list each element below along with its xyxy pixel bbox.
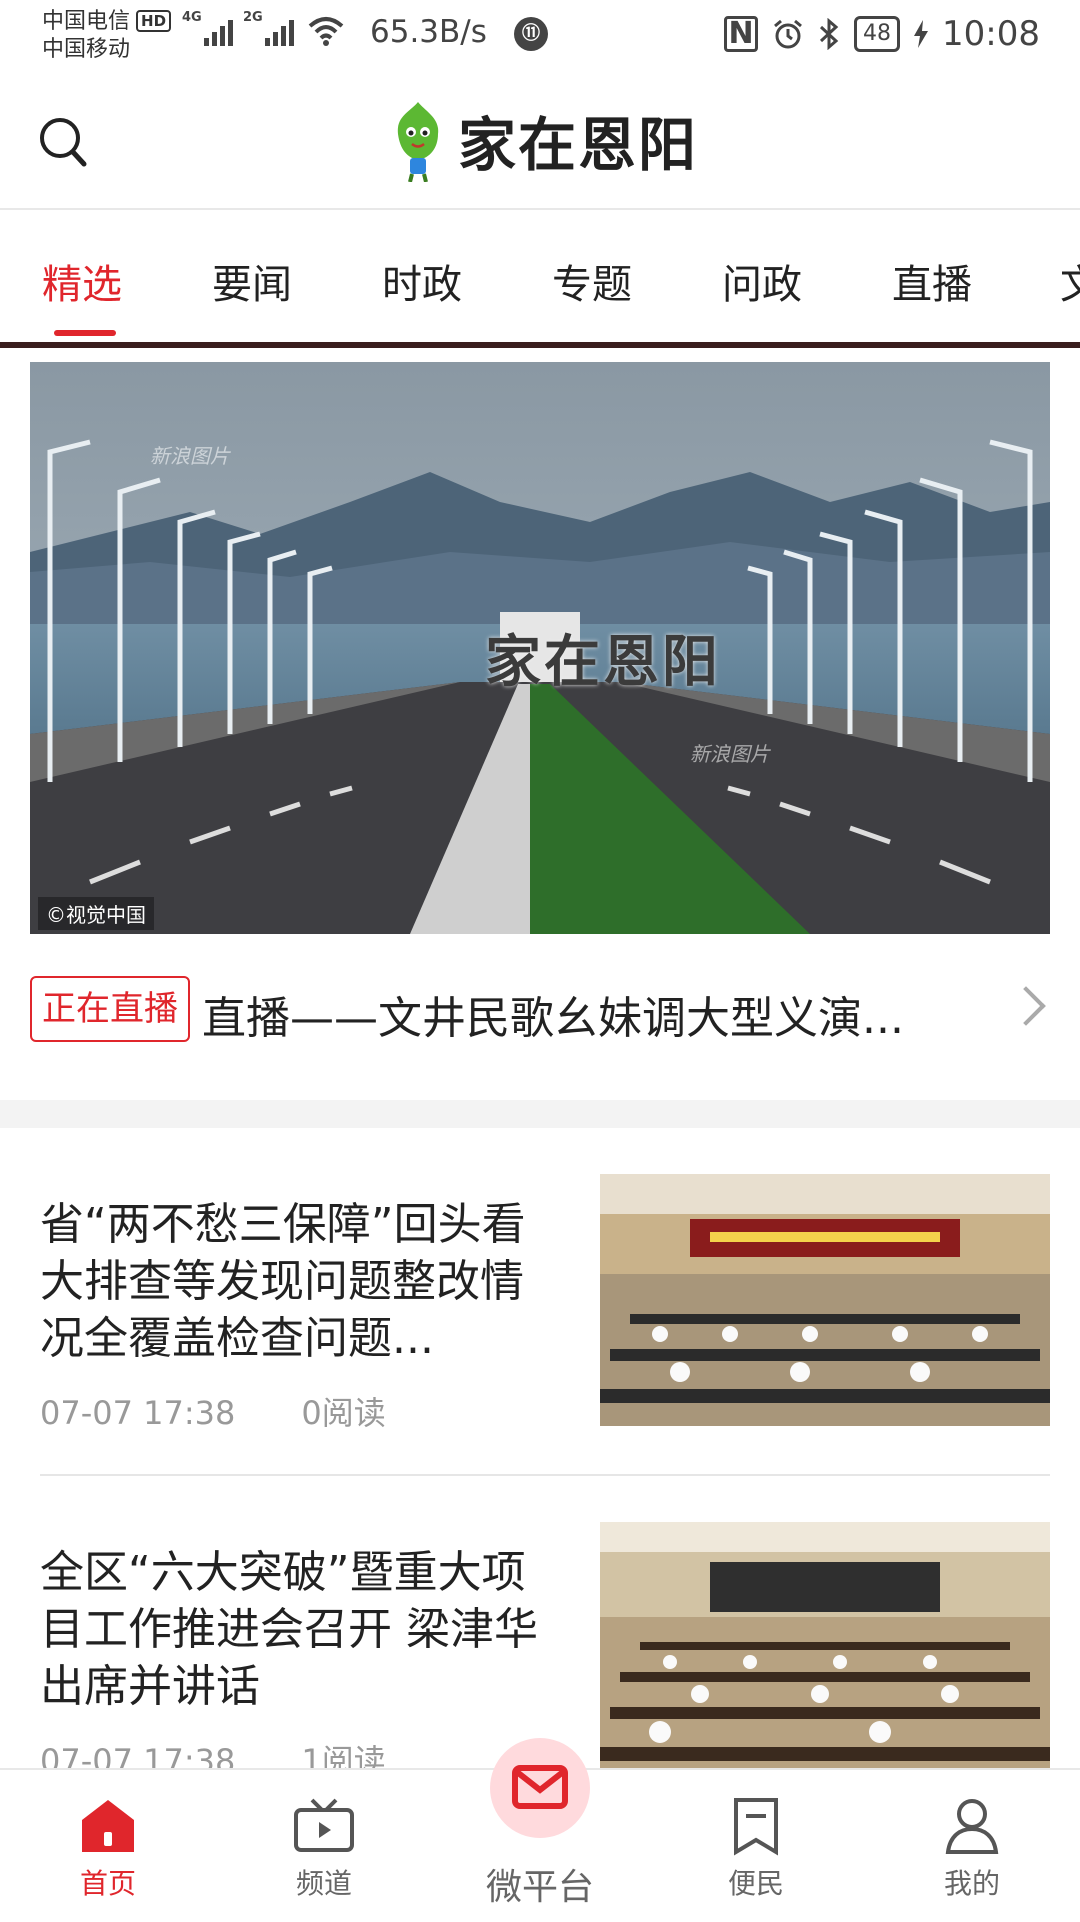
tv-icon	[294, 1798, 354, 1852]
nav-mine[interactable]: 我的	[902, 1796, 1042, 1902]
nav-service-label: 便民	[727, 1867, 784, 1900]
app-header: 家在恩阳	[0, 76, 1080, 210]
nav-channel-label: 频道	[295, 1867, 352, 1900]
watermark-2: 新浪图片	[690, 742, 770, 766]
hd-badge: HD	[136, 10, 172, 32]
home-icon	[82, 1800, 134, 1852]
news-thumbnail	[600, 1174, 1050, 1426]
notification-badge-icon: ⑪	[514, 17, 548, 51]
news-title: 全区“六大突破”暨重大项目工作推进会召开 梁津华出席并讲话	[40, 1547, 538, 1712]
network-speed: 65.3B/s	[370, 14, 487, 50]
live-stream-row[interactable]: 正在直播 直播——文井民歌幺妹调大型义演...	[30, 976, 1050, 1046]
news-date: 07-07 17:38	[40, 1394, 236, 1432]
carrier-1: 中国电信	[42, 9, 131, 34]
charging-icon	[914, 20, 929, 48]
app-title: 家在恩阳	[458, 111, 699, 179]
net-2g-label: 2G	[243, 10, 263, 25]
nav-mine-label: 我的	[943, 1867, 1000, 1900]
nav-home-label: 首页	[79, 1867, 136, 1900]
net-4g-label: 4G	[182, 10, 202, 25]
tab-culture[interactable]: 文	[1060, 252, 1080, 310]
banner-overlay-title: 家在恩阳	[485, 630, 721, 695]
nav-home[interactable]: 首页	[38, 1796, 178, 1902]
section-gap	[0, 1100, 1080, 1128]
featured-banner[interactable]: 新浪图片 新浪图片 家在恩阳 ©视觉中国	[30, 362, 1050, 934]
signal-4g-icon: 4G	[182, 10, 233, 46]
search-icon[interactable]	[38, 114, 88, 170]
tab-inquiry[interactable]: 问政	[722, 252, 802, 310]
banner-copyright: ©视觉中国	[38, 897, 154, 930]
news-meta: 07-07 17:38 0阅读	[40, 1388, 386, 1434]
live-title: 直播——文井民歌幺妹调大型义演...	[202, 993, 904, 1044]
tab-live[interactable]: 直播	[892, 252, 972, 310]
news-title: 省“两不愁三保障”回头看大排查等发现问题整改情况全覆盖检查问题...	[40, 1199, 526, 1364]
tab-headlines[interactable]: 要闻	[212, 252, 292, 310]
bluetooth-icon	[819, 18, 839, 50]
live-badge: 正在直播	[30, 976, 190, 1042]
carrier-info: 中国电信 HD 中国移动	[42, 8, 172, 64]
battery-icon: 48	[854, 16, 901, 52]
news-reads: 0阅读	[301, 1394, 386, 1432]
tab-featured[interactable]: 精选	[42, 252, 122, 310]
nav-channel[interactable]: 频道	[254, 1796, 394, 1902]
news-divider	[40, 1474, 1050, 1476]
micro-platform-label: 微平台	[485, 1867, 594, 1908]
network-indicators: 4G 2G	[182, 10, 344, 46]
watermark-1: 新浪图片	[150, 444, 230, 468]
app-logo: 家在恩阳	[390, 98, 698, 182]
micro-platform-button[interactable]	[490, 1738, 590, 1838]
tabs-divider	[0, 342, 1080, 348]
mascot-logo-icon	[397, 102, 439, 182]
signal-2g-icon: 2G	[243, 10, 294, 46]
mail-icon	[512, 1765, 568, 1809]
alarm-icon	[774, 19, 802, 49]
news-thumbnail	[600, 1522, 1050, 1774]
carrier-2: 中国移动	[42, 37, 131, 62]
wifi-icon	[308, 17, 344, 46]
tab-politics[interactable]: 时政	[382, 252, 462, 310]
system-indicators: N 48 10:08	[724, 14, 1040, 54]
news-item[interactable]: 省“两不愁三保障”回头看大排查等发现问题整改情况全覆盖检查问题... 07-07…	[40, 1174, 1050, 1434]
chevron-right-icon	[1006, 986, 1046, 1026]
category-tabs: 精选 要闻 时政 专题 问政 直播 文	[0, 210, 1080, 344]
active-tab-indicator	[54, 330, 116, 336]
nfc-icon: N	[724, 16, 759, 52]
user-icon	[945, 1799, 999, 1854]
nav-service[interactable]: 便民	[686, 1796, 826, 1902]
status-bar: 中国电信 HD 中国移动 4G 2G 65.3B/s ⑪ N 48 10:08	[0, 0, 1080, 76]
clock: 10:08	[942, 14, 1040, 54]
bookmark-icon	[734, 1798, 778, 1856]
tab-topics[interactable]: 专题	[552, 252, 632, 310]
